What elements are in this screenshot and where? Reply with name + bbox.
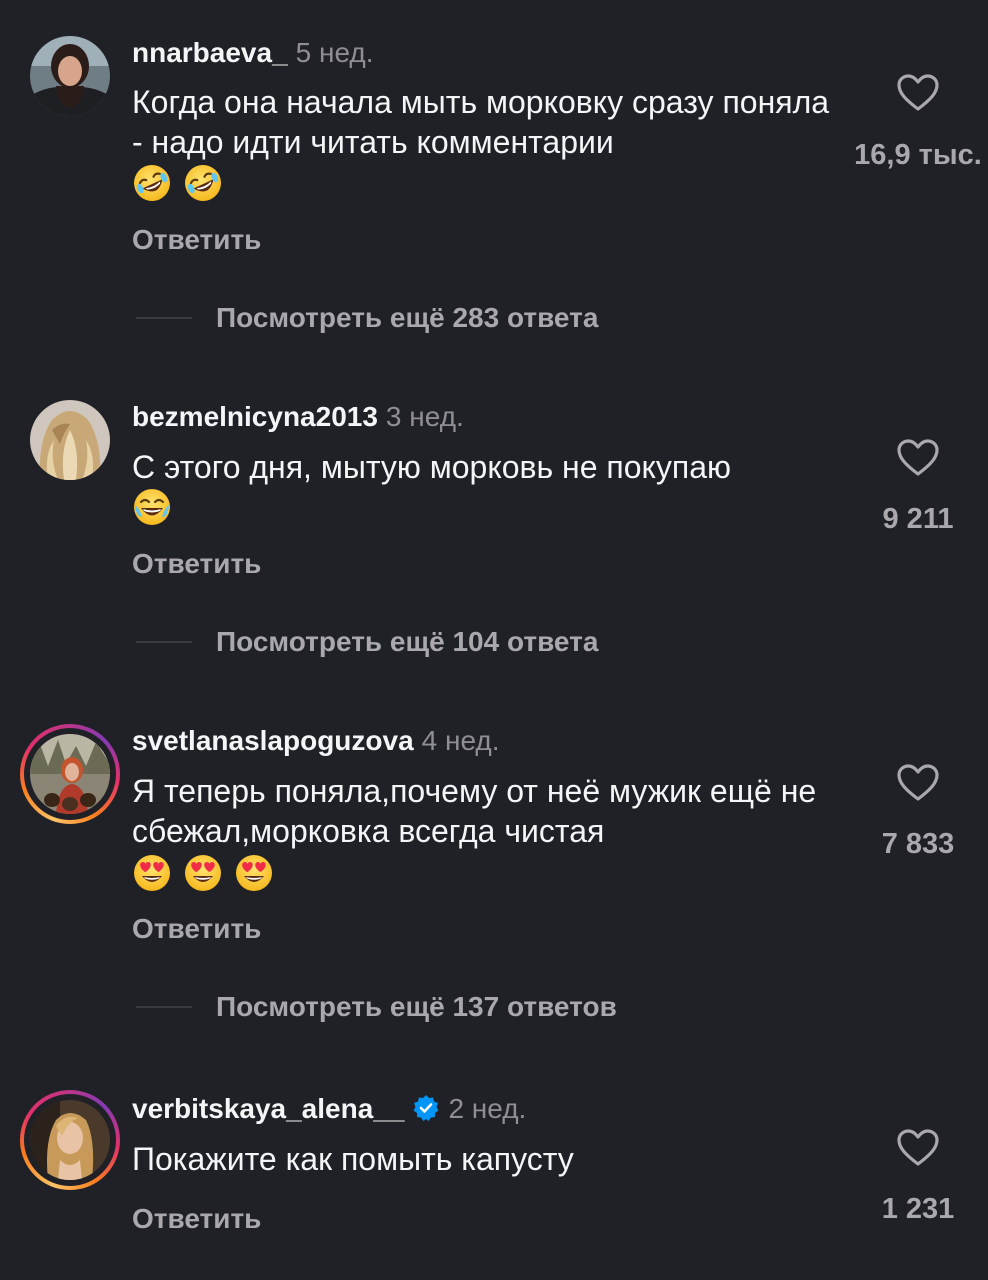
comment-header: nnarbaeva_ 5 нед.: [132, 36, 374, 70]
timestamp: 2 нед.: [448, 1093, 527, 1124]
avatar-story-ring[interactable]: [20, 1090, 120, 1190]
heart-eyes-emoji: [132, 853, 172, 893]
username[interactable]: verbitskaya_alena__: [132, 1093, 404, 1124]
like-count: 9 211: [882, 503, 954, 535]
view-more-replies[interactable]: Посмотреть ещё 137 ответов: [136, 991, 617, 1025]
view-more-replies-label[interactable]: Посмотреть ещё 283 ответа: [216, 302, 598, 333]
view-more-replies[interactable]: Посмотреть ещё 104 ответа: [136, 626, 598, 660]
username[interactable]: svetlanaslapoguzova: [132, 725, 414, 756]
heart-icon[interactable]: [896, 763, 940, 803]
avatar: [30, 1100, 110, 1180]
view-more-replies[interactable]: Посмотреть ещё 283 ответа: [136, 302, 598, 336]
emoji-row: [132, 487, 183, 531]
heart-icon[interactable]: [896, 73, 940, 113]
like-count: 16,9 тыс.: [854, 139, 982, 171]
heart-eyes-emoji: [183, 853, 223, 893]
comment-header: bezmelnicyna2013 3 нед.: [132, 400, 464, 434]
heart-icon[interactable]: [896, 438, 940, 478]
like-count: 7 833: [881, 828, 955, 860]
like-count: 1 231: [881, 1193, 955, 1225]
rofl-emoji: [132, 163, 172, 203]
comment-header: verbitskaya_alena__ 2 нед.: [132, 1092, 526, 1126]
avatar[interactable]: [30, 400, 110, 480]
comment-text: Когда она начала мыть морковку сразу пон…: [132, 84, 830, 160]
avatar[interactable]: [30, 36, 110, 116]
emoji-row: [132, 163, 234, 207]
joy-emoji: [132, 487, 172, 527]
view-more-replies-label[interactable]: Посмотреть ещё 104 ответа: [216, 626, 598, 657]
timestamp: 5 нед.: [295, 37, 374, 68]
divider-line: [136, 641, 192, 643]
divider-line: [136, 1006, 192, 1008]
reply-button[interactable]: Ответить: [132, 1202, 261, 1236]
comment-text: С этого дня, мытую морковь не покупаю: [132, 449, 732, 485]
timestamp: 3 нед.: [385, 401, 464, 432]
view-more-replies-label[interactable]: Посмотреть ещё 137 ответов: [216, 991, 617, 1022]
comment-text: Я теперь поняла,почему от неё мужик ещё …: [132, 773, 817, 849]
verified-badge-icon: [413, 1095, 439, 1121]
comment-text: Покажите как помыть капусту: [132, 1141, 574, 1177]
username[interactable]: bezmelnicyna2013: [132, 401, 378, 432]
avatar-story-ring[interactable]: [20, 724, 120, 824]
reply-button[interactable]: Ответить: [132, 547, 261, 581]
emoji-row: [132, 853, 285, 897]
heart-eyes-emoji: [234, 853, 274, 893]
heart-icon[interactable]: [896, 1128, 940, 1168]
divider-line: [136, 317, 192, 319]
timestamp: 4 нед.: [421, 725, 500, 756]
comment-header: svetlanaslapoguzova 4 нед.: [132, 724, 500, 758]
avatar: [30, 734, 110, 814]
rofl-emoji: [183, 163, 223, 203]
username[interactable]: nnarbaeva_: [132, 37, 288, 68]
reply-button[interactable]: Ответить: [132, 223, 261, 257]
reply-button[interactable]: Ответить: [132, 912, 261, 946]
